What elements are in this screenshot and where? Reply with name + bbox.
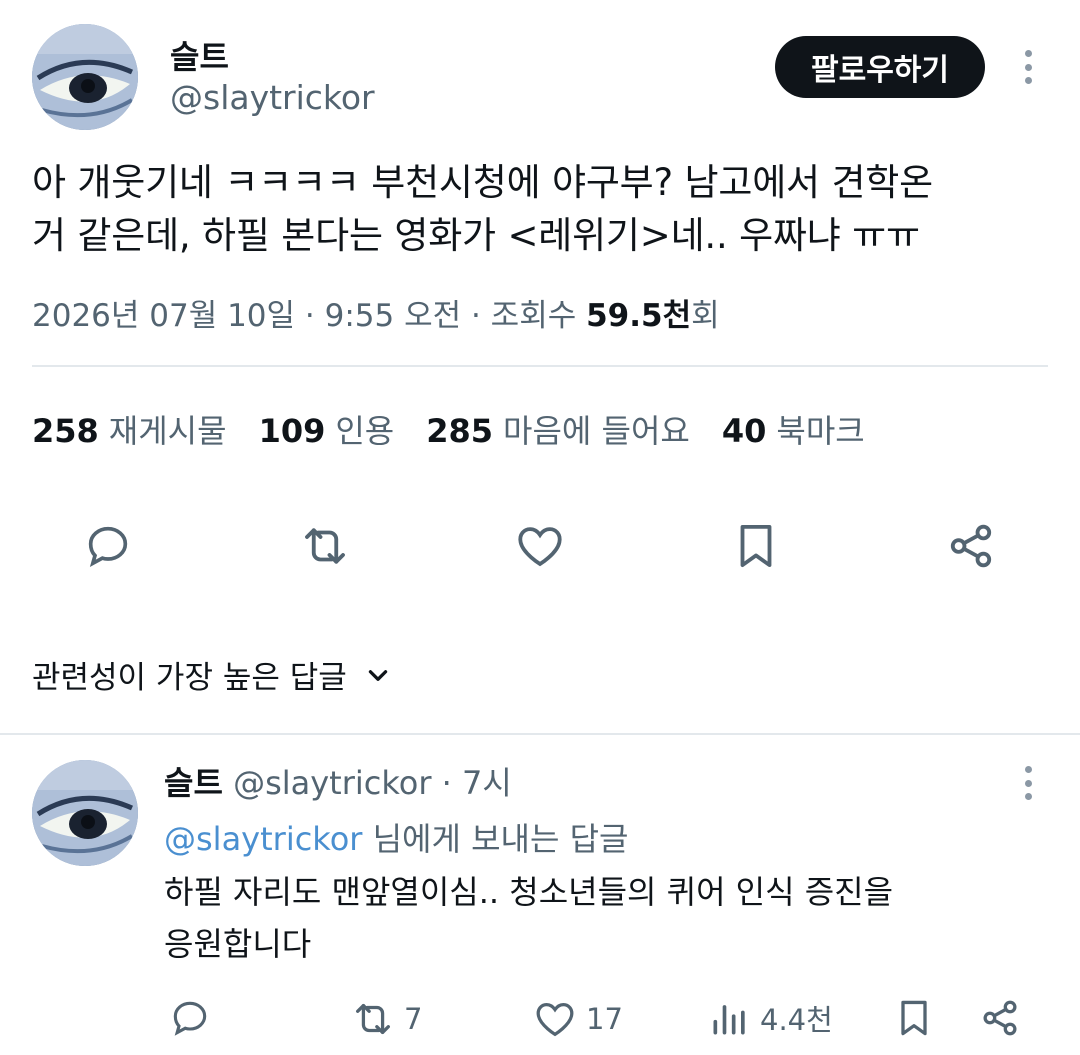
reply-author-name[interactable]: 슬트 bbox=[164, 764, 223, 802]
reply-author-handle[interactable]: @slaytrickor bbox=[233, 764, 431, 802]
divider bbox=[32, 365, 1048, 367]
bookmark-icon[interactable] bbox=[728, 518, 784, 574]
reply-repost-count: 7 bbox=[404, 1002, 423, 1036]
reply-views-count: 4.4천 bbox=[760, 1003, 833, 1037]
reposts-stat[interactable]: 258 재게시물 bbox=[32, 406, 227, 452]
author-avatar[interactable] bbox=[32, 24, 138, 130]
engagement-stats: 258 재게시물 109 인용 285 마음에 들어요 40 북마크 bbox=[32, 406, 865, 452]
follow-button[interactable]: 팔로우하기 bbox=[775, 36, 985, 98]
tweet-text-line-2: 거 같은데, 하필 본다는 영화가 <레위기>네.. 우짜냐 ㅠㅠ bbox=[32, 214, 920, 257]
reply-bookmark-button[interactable] bbox=[892, 996, 936, 1040]
share-icon bbox=[983, 1000, 1017, 1036]
tweet-meta: 2026년 07월 10일 · 9:55 오전 · 조회수 59.5천회 bbox=[32, 290, 720, 335]
reply-text-line-2: 응원합니다 bbox=[164, 925, 312, 963]
timestamp[interactable]: 2026년 07월 10일 · 9:55 오전 · 조회수 bbox=[32, 298, 586, 334]
repost-icon[interactable] bbox=[297, 518, 353, 574]
reply-icon bbox=[173, 1001, 207, 1036]
reply-author-avatar[interactable] bbox=[32, 760, 138, 866]
reply-icon[interactable] bbox=[80, 518, 136, 574]
view-count: 59.5천 bbox=[586, 298, 692, 334]
reply-like-count: 17 bbox=[586, 1002, 623, 1036]
reply-more-options-icon[interactable] bbox=[1022, 766, 1034, 800]
bookmarks-stat[interactable]: 40 북마크 bbox=[722, 406, 865, 452]
tweet-text-line-1: 아 개웃기네 ㅋㅋㅋㅋ 부천시청에 야구부? 남고에서 견학온 bbox=[32, 161, 933, 204]
reply-text-line-1: 하필 자리도 맨앞열이심.. 청소년들의 퀴어 인식 증진을 bbox=[164, 873, 894, 911]
heart-icon bbox=[536, 1002, 574, 1037]
reply-share-button[interactable] bbox=[978, 996, 1022, 1040]
divider bbox=[0, 733, 1080, 735]
reply-time[interactable]: · 7시 bbox=[442, 764, 512, 802]
reply-reply-button[interactable] bbox=[168, 996, 212, 1040]
reply-views-button[interactable]: 4.4천 bbox=[708, 996, 833, 1040]
bookmark-icon bbox=[901, 1000, 927, 1036]
view-count-suffix: 회 bbox=[691, 298, 720, 334]
likes-stat[interactable]: 285 마음에 들어요 bbox=[426, 406, 690, 452]
reply-repost-button[interactable]: 7 bbox=[350, 996, 422, 1042]
repost-icon bbox=[356, 1003, 390, 1035]
reply-text: 하필 자리도 맨앞열이심.. 청소년들의 퀴어 인식 증진을 응원합니다 bbox=[164, 866, 1044, 970]
tweet-text: 아 개웃기네 ㅋㅋㅋㅋ 부천시청에 야구부? 남고에서 견학온 거 같은데, 하… bbox=[32, 156, 1042, 262]
author-handle[interactable]: @slaytrickor bbox=[170, 78, 375, 117]
views-icon bbox=[713, 1005, 745, 1035]
replying-to-suffix: 님에게 보내는 답글 bbox=[362, 820, 629, 858]
reply-header: 슬트 @slaytrickor · 7시 bbox=[164, 758, 512, 804]
quotes-stat[interactable]: 109 인용 bbox=[259, 406, 395, 452]
author-name[interactable]: 슬트 bbox=[170, 32, 229, 78]
chevron-down-icon bbox=[368, 669, 387, 681]
replying-to: @slaytrickor 님에게 보내는 답글 bbox=[164, 814, 628, 860]
replying-to-mention[interactable]: @slaytrickor bbox=[164, 820, 362, 858]
sort-replies-dropdown[interactable]: 관련성이 가장 높은 답글 bbox=[32, 652, 391, 697]
more-options-icon[interactable] bbox=[1022, 50, 1034, 84]
share-icon[interactable] bbox=[943, 518, 999, 574]
reply-like-button[interactable]: 17 bbox=[532, 996, 623, 1042]
sort-label: 관련성이 가장 높은 답글 bbox=[32, 660, 347, 696]
heart-icon[interactable] bbox=[512, 518, 568, 574]
